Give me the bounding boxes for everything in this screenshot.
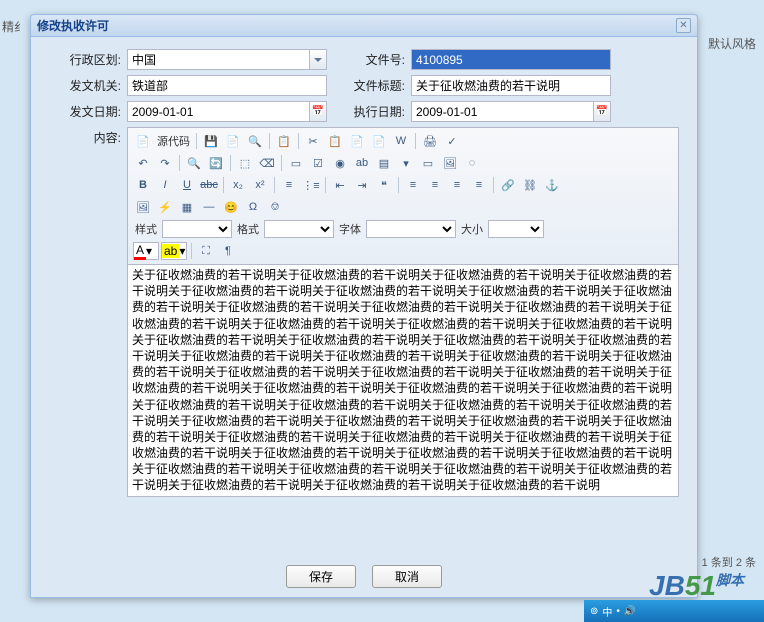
align-left-icon[interactable]: ≡ xyxy=(403,175,423,195)
find-icon[interactable]: 🔍 xyxy=(184,153,204,173)
dialog-titlebar[interactable]: 修改执收许可 ✕ xyxy=(31,15,697,37)
label-agency: 发文机关: xyxy=(49,77,127,94)
textarea-icon[interactable]: ▤ xyxy=(374,153,394,173)
table-icon[interactable]: ▦ xyxy=(177,197,197,217)
redo-icon[interactable]: ↷ xyxy=(155,153,175,173)
editor-toolbar: 📄 源代码 💾 📄 🔍 📋 ✂ 📋 📄 📄 W xyxy=(127,127,679,265)
radio-icon[interactable]: ◉ xyxy=(330,153,350,173)
dialog-body: 行政区划: 文件号: 发文机关: 文件标题: 发文日期: 📅 xyxy=(31,37,697,561)
copy-icon[interactable]: 📋 xyxy=(325,131,345,151)
link-icon[interactable]: 🔗 xyxy=(498,175,518,195)
chevron-down-icon[interactable] xyxy=(309,50,326,69)
close-button[interactable]: ✕ xyxy=(676,18,691,33)
file-no-input[interactable] xyxy=(411,49,611,70)
save-icon[interactable]: 💾 xyxy=(201,131,221,151)
exec-date-input[interactable] xyxy=(411,101,611,122)
size-select[interactable] xyxy=(488,220,544,238)
flash-icon[interactable]: ⚡ xyxy=(155,197,175,217)
removeformat-icon[interactable]: ⌫ xyxy=(257,153,277,173)
file-title-input[interactable] xyxy=(411,75,611,96)
maximize-icon[interactable]: ⛶ xyxy=(196,241,216,261)
bold-icon[interactable]: B xyxy=(133,175,153,195)
print-icon[interactable]: 🖨 xyxy=(420,131,440,151)
button-icon[interactable]: ▭ xyxy=(418,153,438,173)
label-region: 行政区划: xyxy=(49,51,127,68)
checkbox-icon[interactable]: ☑ xyxy=(308,153,328,173)
select-icon[interactable]: ▾ xyxy=(396,153,416,173)
label-file-no: 文件号: xyxy=(349,51,411,68)
label-exec-date: 执行日期: xyxy=(349,103,411,120)
textfield-icon[interactable]: ab xyxy=(352,153,372,173)
form-icon[interactable]: ▭ xyxy=(286,153,306,173)
region-select[interactable] xyxy=(127,49,327,70)
ime-mode-icon[interactable]: • xyxy=(616,606,620,617)
label-content: 内容: xyxy=(49,127,127,497)
showblocks-icon[interactable]: ¶ xyxy=(218,241,238,261)
hr-icon[interactable]: — xyxy=(199,197,219,217)
replace-icon[interactable]: 🔄 xyxy=(206,153,226,173)
underline-icon[interactable]: U xyxy=(177,175,197,195)
font-select[interactable] xyxy=(366,220,456,238)
anchor-icon[interactable]: ⚓ xyxy=(542,175,562,195)
superscript-icon[interactable]: x² xyxy=(250,175,270,195)
style-label: 样式 xyxy=(132,221,160,237)
newpage-icon[interactable]: 📄 xyxy=(223,131,243,151)
dialog-footer: 保存 取消 xyxy=(31,561,697,592)
preview-icon[interactable]: 🔍 xyxy=(245,131,265,151)
bgcolor-button[interactable]: ab▾ xyxy=(161,242,187,260)
smiley-icon[interactable]: 😊 xyxy=(221,197,241,217)
undo-icon[interactable]: ↶ xyxy=(133,153,153,173)
issue-date-input[interactable] xyxy=(127,101,327,122)
label-file-title: 文件标题: xyxy=(349,77,411,94)
format-select[interactable] xyxy=(264,220,334,238)
selectall-icon[interactable]: ⬚ xyxy=(235,153,255,173)
font-label: 字体 xyxy=(336,221,364,237)
image-icon[interactable]: 🖼 xyxy=(133,197,153,217)
source-button[interactable]: 源代码 xyxy=(154,133,193,149)
format-label: 格式 xyxy=(234,221,262,237)
olympic-icon: ⊚ xyxy=(590,606,598,617)
rich-text-editor: 📄 源代码 💾 📄 🔍 📋 ✂ 📋 📄 📄 W xyxy=(127,127,679,497)
agency-input[interactable] xyxy=(127,75,327,96)
blockquote-icon[interactable]: ❝ xyxy=(374,175,394,195)
imagebutton-icon[interactable]: 🖼 xyxy=(440,153,460,173)
calendar-icon[interactable]: 📅 xyxy=(593,102,610,121)
spellcheck-icon[interactable]: ✓ xyxy=(442,131,462,151)
editor-textarea[interactable]: 关于征收燃油费的若干说明关于征收燃油费的若干说明关于征收燃油费的若干说明关于征收… xyxy=(127,265,679,497)
paste-icon[interactable]: 📄 xyxy=(347,131,367,151)
size-label: 大小 xyxy=(458,221,486,237)
ime-icon[interactable]: 中 xyxy=(602,604,612,619)
cut-icon[interactable]: ✂ xyxy=(303,131,323,151)
templates-icon[interactable]: 📋 xyxy=(274,131,294,151)
bg-style-label: 默认风格 xyxy=(708,35,756,52)
source-icon[interactable]: 📄 xyxy=(133,131,153,151)
volume-icon[interactable]: 🔊 xyxy=(624,606,636,617)
pagebreak-icon[interactable]: ⎊ xyxy=(265,197,285,217)
specialchar-icon[interactable]: Ω xyxy=(243,197,263,217)
cancel-button[interactable]: 取消 xyxy=(372,565,442,588)
hidden-icon[interactable]: ◌ xyxy=(462,153,482,173)
textcolor-button[interactable]: A▾ xyxy=(133,242,159,260)
unlink-icon[interactable]: ⛓ xyxy=(520,175,540,195)
calendar-icon[interactable]: 📅 xyxy=(309,102,326,121)
bg-app-title: 精纟 xyxy=(2,18,26,35)
system-taskbar[interactable]: ⊚ 中 • 🔊 xyxy=(584,600,764,622)
bulletlist-icon[interactable]: ⋮≡ xyxy=(301,175,321,195)
numberlist-icon[interactable]: ≡ xyxy=(279,175,299,195)
indent-icon[interactable]: ⇥ xyxy=(352,175,372,195)
edit-license-dialog: 修改执收许可 ✕ 行政区划: 文件号: 发文机关: 文件标题: 发文日期: xyxy=(30,14,698,598)
style-select[interactable] xyxy=(162,220,232,238)
align-center-icon[interactable]: ≡ xyxy=(425,175,445,195)
dialog-title: 修改执收许可 xyxy=(37,17,676,34)
align-right-icon[interactable]: ≡ xyxy=(447,175,467,195)
label-issue-date: 发文日期: xyxy=(49,103,127,120)
strike-icon[interactable]: abc xyxy=(199,175,219,195)
paste-text-icon[interactable]: 📄 xyxy=(369,131,389,151)
align-justify-icon[interactable]: ≡ xyxy=(469,175,489,195)
subscript-icon[interactable]: x₂ xyxy=(228,175,248,195)
outdent-icon[interactable]: ⇤ xyxy=(330,175,350,195)
italic-icon[interactable]: I xyxy=(155,175,175,195)
paste-word-icon[interactable]: W xyxy=(391,131,411,151)
save-button[interactable]: 保存 xyxy=(286,565,356,588)
